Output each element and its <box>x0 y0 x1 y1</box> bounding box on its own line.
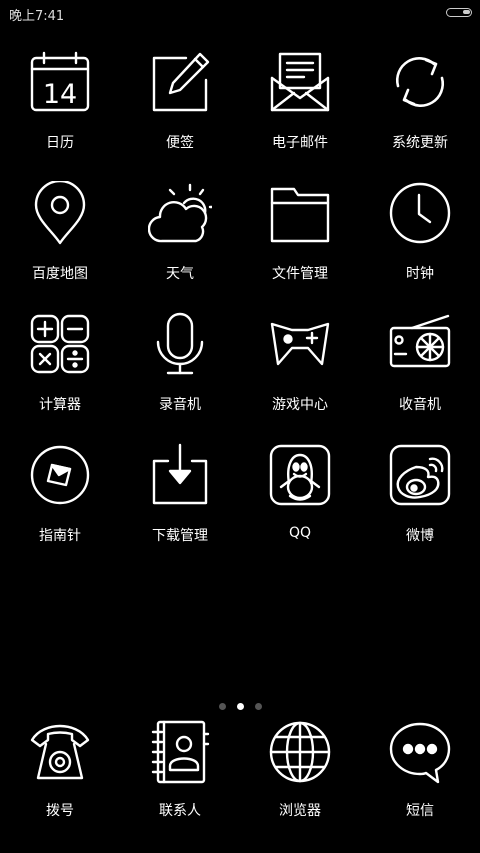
weibo-icon <box>388 443 452 507</box>
contacts-icon <box>148 720 212 784</box>
app-row: 14 日历 便签 电子邮件 系统更新 <box>0 48 480 179</box>
gamepad-icon <box>268 312 332 376</box>
globe-icon <box>268 720 332 784</box>
clock-icon <box>388 181 452 245</box>
message-bubble-icon <box>388 720 452 784</box>
app-compass[interactable]: 指南针 <box>0 441 120 572</box>
app-label: 电子邮件 <box>272 135 328 151</box>
app-browser[interactable]: 浏览器 <box>240 718 360 828</box>
app-label: 短信 <box>406 803 434 819</box>
app-label: 文件管理 <box>272 266 328 282</box>
app-grid: 14 日历 便签 电子邮件 系统更新 百度地图 天气 文件管理 时钟 计算器 录… <box>0 48 480 572</box>
battery-icon <box>446 8 472 17</box>
app-downloads[interactable]: 下载管理 <box>120 441 240 572</box>
app-label: 日历 <box>46 135 74 151</box>
compass-icon <box>28 443 92 507</box>
app-calendar[interactable]: 14 日历 <box>0 48 120 179</box>
app-label: 百度地图 <box>32 266 88 282</box>
app-label: 天气 <box>166 266 194 282</box>
page-indicator <box>0 703 480 711</box>
app-label: 收音机 <box>399 397 441 413</box>
app-label: 拨号 <box>46 803 74 819</box>
app-label: 下载管理 <box>152 528 208 544</box>
app-weather[interactable]: 天气 <box>120 179 240 310</box>
app-label: 时钟 <box>406 266 434 282</box>
app-label: 系统更新 <box>392 135 448 151</box>
app-game-center[interactable]: 游戏中心 <box>240 310 360 441</box>
app-messages[interactable]: 短信 <box>360 718 480 828</box>
page-dot[interactable] <box>254 703 262 710</box>
qq-penguin-icon <box>268 443 332 507</box>
folder-icon <box>268 181 332 245</box>
app-files[interactable]: 文件管理 <box>240 179 360 310</box>
map-pin-icon <box>28 181 92 245</box>
weather-icon <box>148 181 212 245</box>
app-weibo[interactable]: 微博 <box>360 441 480 572</box>
app-label: 录音机 <box>159 397 201 413</box>
app-email[interactable]: 电子邮件 <box>240 48 360 179</box>
app-qq[interactable]: QQ <box>240 441 360 572</box>
app-label: 联系人 <box>159 803 201 819</box>
app-notes[interactable]: 便签 <box>120 48 240 179</box>
app-row: 百度地图 天气 文件管理 时钟 <box>0 179 480 310</box>
status-time: 晚上7:41 <box>9 9 65 24</box>
radio-icon <box>388 312 452 376</box>
calendar-date: 14 <box>43 79 77 110</box>
update-icon <box>388 50 452 114</box>
app-row: 指南针 下载管理 QQ 微博 <box>0 441 480 572</box>
app-label: 计算器 <box>39 397 81 413</box>
calculator-icon <box>28 312 92 376</box>
notes-icon <box>148 50 212 114</box>
app-row: 计算器 录音机 游戏中心 收音机 <box>0 310 480 441</box>
app-label: 微博 <box>406 528 434 544</box>
email-icon <box>268 50 332 114</box>
app-phone[interactable]: 拨号 <box>0 718 120 828</box>
page-dot-active[interactable] <box>236 703 244 710</box>
app-label: 游戏中心 <box>272 397 328 413</box>
status-bar: 晚上7:41 <box>0 0 480 26</box>
app-radio[interactable]: 收音机 <box>360 310 480 441</box>
app-calculator[interactable]: 计算器 <box>0 310 120 441</box>
app-maps[interactable]: 百度地图 <box>0 179 120 310</box>
app-contacts[interactable]: 联系人 <box>120 718 240 828</box>
download-icon <box>148 443 212 507</box>
microphone-icon <box>148 312 212 376</box>
app-label: QQ <box>288 525 312 541</box>
calendar-icon: 14 <box>28 50 92 114</box>
app-recorder[interactable]: 录音机 <box>120 310 240 441</box>
app-label: 浏览器 <box>279 803 321 819</box>
phone-icon <box>28 720 92 784</box>
dock: 拨号 联系人 浏览器 短信 <box>0 718 480 828</box>
app-updater[interactable]: 系统更新 <box>360 48 480 179</box>
app-label: 指南针 <box>39 528 81 544</box>
page-dot[interactable] <box>218 703 226 710</box>
app-label: 便签 <box>166 135 194 151</box>
app-clock[interactable]: 时钟 <box>360 179 480 310</box>
